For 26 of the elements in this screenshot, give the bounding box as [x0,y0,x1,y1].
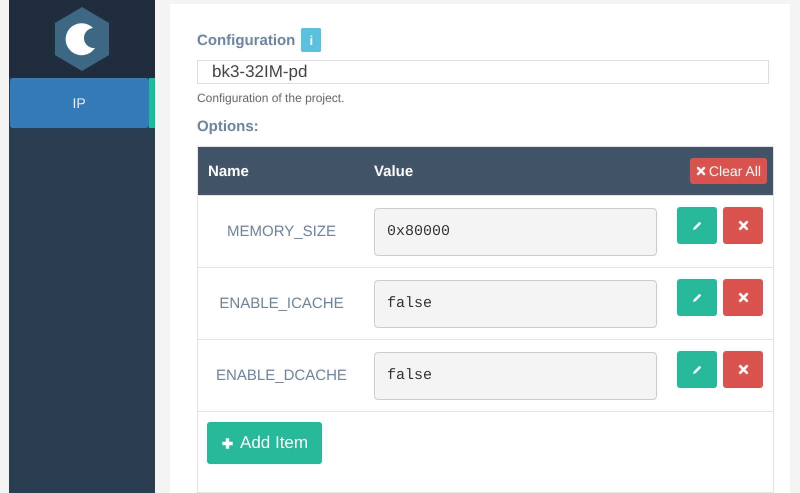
plus-icon [221,436,234,450]
pencil-icon [691,220,703,232]
logo-icon [52,6,111,72]
value-field[interactable]: false [374,352,657,400]
configuration-field[interactable]: bk3-32IM-pd [197,60,769,84]
delete-button[interactable] [723,207,763,244]
configuration-label: Configuration [197,32,296,48]
value-field[interactable]: false [374,280,657,328]
delete-icon [738,364,748,375]
clear-icon [696,166,706,176]
sidebar-item[interactable]: IP [10,78,149,128]
clear-all-button[interactable]: Clear All [690,158,767,184]
delete-button[interactable] [723,279,763,316]
delete-button[interactable] [723,351,763,388]
options-label: Options: [197,118,259,135]
option-name: MEMORY_SIZE [226,223,337,240]
delete-icon [738,220,748,231]
pencil-icon [691,292,703,304]
delete-icon [738,292,748,303]
option-name: ENABLE_DCACHE [215,367,348,384]
value-field[interactable]: 0x80000 [374,208,657,256]
option-name: ENABLE_ICACHE [218,295,345,312]
help-text: Configuration of the project. [197,91,346,105]
column-header: Value [374,162,414,180]
pencil-icon [691,364,703,376]
column-header: Name [208,162,250,180]
